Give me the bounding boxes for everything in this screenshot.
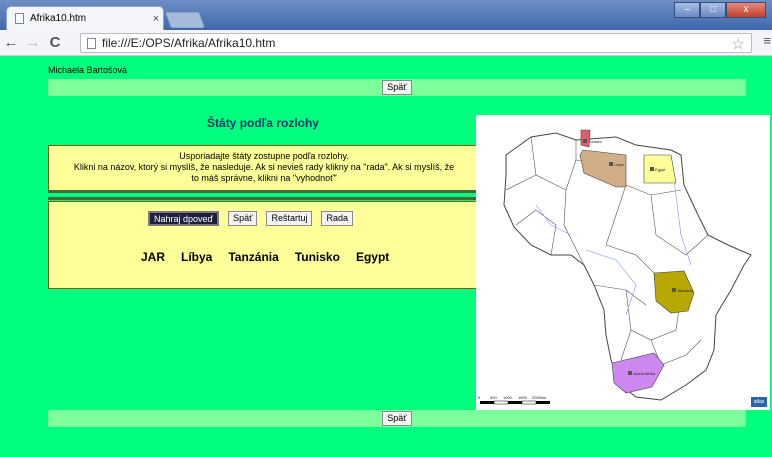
author-name: Michaela Bartošová bbox=[48, 65, 128, 75]
country-word-list: JAR Líbya Tanzánia Tunisko Egypt bbox=[141, 250, 389, 264]
label-libya: Líbya bbox=[614, 162, 625, 167]
label-egypt: Egypt bbox=[655, 167, 666, 172]
word-egypt[interactable]: Egypt bbox=[356, 250, 389, 264]
instruction-line-2: Klikni na názov, ktorý si myslíš, že nas… bbox=[73, 162, 455, 172]
word-tanzania[interactable]: Tanzánia bbox=[228, 250, 278, 264]
menu-icon[interactable]: ≡ bbox=[763, 33, 771, 48]
label-marker bbox=[672, 288, 676, 292]
close-window-button[interactable]: x bbox=[726, 2, 766, 18]
hint-button[interactable]: Rada bbox=[321, 211, 353, 226]
maximize-button[interactable]: □ bbox=[700, 2, 726, 18]
game-button-row: Nahraj dpoveď Späť Reštartuj Rada bbox=[148, 211, 353, 226]
top-back-button[interactable]: Späť bbox=[382, 80, 412, 95]
scale-tick: 2000km bbox=[532, 395, 547, 400]
bookmark-star-icon[interactable]: ☆ bbox=[732, 35, 745, 53]
instruction-line-1: Usporiadajte štáty zostupne podľa rozloh… bbox=[179, 151, 349, 161]
new-tab-button[interactable] bbox=[165, 12, 205, 28]
scale-tick: 500 bbox=[490, 395, 497, 400]
window-controls: – □ x bbox=[674, 2, 766, 18]
document-icon bbox=[15, 13, 24, 24]
label-tanzania: Tanzánia bbox=[677, 288, 694, 293]
africa-map-svg: Tunisko Líbya Egypt Tanzánia Južná Afrik… bbox=[478, 129, 752, 405]
window-titlebar: Afrika10.htm × – □ x bbox=[0, 0, 772, 30]
tab-close-icon[interactable]: × bbox=[149, 13, 163, 25]
word-tunisia[interactable]: Tunisko bbox=[295, 250, 340, 264]
label-marker bbox=[609, 162, 613, 166]
label-tunisia: Tunisko bbox=[588, 139, 603, 144]
load-answer-button[interactable]: Nahraj dpoveď bbox=[148, 211, 220, 226]
label-marker bbox=[650, 167, 654, 171]
back-arrow-icon[interactable]: ← bbox=[0, 34, 22, 51]
instruction-line-3: to máš správne, klikni na "vyhodnoť" bbox=[191, 173, 337, 183]
forward-arrow-icon[interactable]: → bbox=[22, 34, 44, 51]
map-logo: atlas bbox=[751, 397, 767, 407]
label-south-africa: Južná Afrika bbox=[633, 371, 656, 376]
label-marker bbox=[628, 371, 632, 375]
browser-tab[interactable]: Afrika10.htm × bbox=[6, 6, 164, 30]
scale-bar: 0 500 1000 1500 2000km bbox=[478, 395, 550, 405]
url-text: file:///E:/OPS/Afrika/Afrika10.htm bbox=[102, 36, 276, 50]
scale-tick: 1500 bbox=[518, 395, 528, 400]
browser-toolbar: ← → C file:///E:/OPS/Afrika/Afrika10.htm… bbox=[0, 30, 772, 56]
page-icon bbox=[87, 37, 96, 49]
word-libya[interactable]: Líbya bbox=[181, 250, 212, 264]
back-button[interactable]: Späť bbox=[228, 211, 258, 226]
tab-title: Afrika10.htm bbox=[30, 13, 87, 24]
scale-tick: 0 bbox=[478, 395, 481, 400]
reload-icon[interactable]: C bbox=[44, 34, 66, 51]
address-bar[interactable]: file:///E:/OPS/Afrika/Afrika10.htm ☆ bbox=[80, 33, 752, 53]
top-nav-bar: Späť bbox=[48, 79, 746, 96]
africa-map: Tunisko Líbya Egypt Tanzánia Južná Afrik… bbox=[476, 115, 770, 410]
scale-tick: 1000 bbox=[503, 395, 513, 400]
bottom-nav-bar: Späť bbox=[48, 410, 746, 427]
bottom-back-button[interactable]: Späť bbox=[382, 411, 412, 426]
page-title: Štáty podľa rozlohy bbox=[207, 116, 319, 130]
word-jar[interactable]: JAR bbox=[141, 250, 165, 264]
minimize-button[interactable]: – bbox=[674, 2, 700, 18]
restart-button[interactable]: Reštartuj bbox=[266, 211, 313, 226]
label-marker bbox=[583, 139, 587, 143]
